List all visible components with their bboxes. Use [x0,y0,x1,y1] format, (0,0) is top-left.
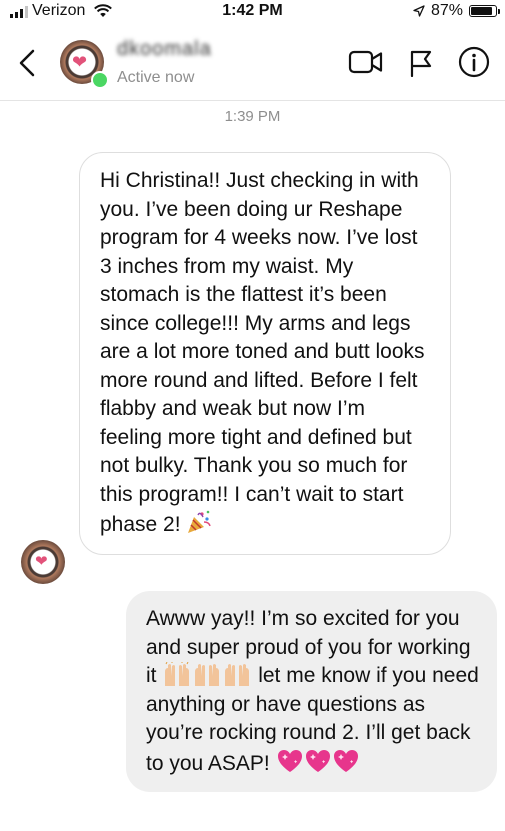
status-right: 87% [413,2,500,20]
message-timestamp: 1:39 PM [224,108,281,125]
chevron-left-icon[interactable] [16,48,40,78]
location-arrow-icon [413,5,425,17]
raising-hands-emojis [162,662,258,687]
online-indicator [91,71,109,89]
chat-username[interactable]: dkoomala [117,38,212,61]
incoming-message-bubble[interactable]: Hi Christina!! Just checking in with you… [79,152,451,555]
raising-hands-icon [225,664,250,686]
info-icon[interactable] [458,46,490,78]
sender-avatar[interactable]: ❤ [21,540,65,584]
incoming-message-text: Hi Christina!! Just checking in with you… [100,169,425,536]
sparkling-heart-emojis [276,749,360,775]
flag-icon[interactable] [408,49,434,77]
heart-icon: ❤ [35,553,48,570]
party-popper-icon [188,510,212,533]
heart-icon: ❤ [72,52,88,72]
battery-icon [469,5,500,17]
raising-hands-icon [195,664,220,686]
sparkling-heart-icon [277,749,302,772]
active-status: Active now [117,69,195,86]
sparkling-heart-icon [333,749,358,772]
battery-fill [471,7,492,15]
outgoing-message-bubble[interactable]: Awww yay!! I’m so excited for you and su… [126,591,497,792]
status-bar: Verizon 1:42 PM 87% [0,0,505,24]
sparkling-heart-icon [305,749,330,772]
video-camera-icon[interactable] [348,49,384,75]
chat-header: ❤ dkoomala Active now [0,24,505,101]
battery-percent: 87% [430,2,463,19]
raising-hands-icon [165,662,190,686]
